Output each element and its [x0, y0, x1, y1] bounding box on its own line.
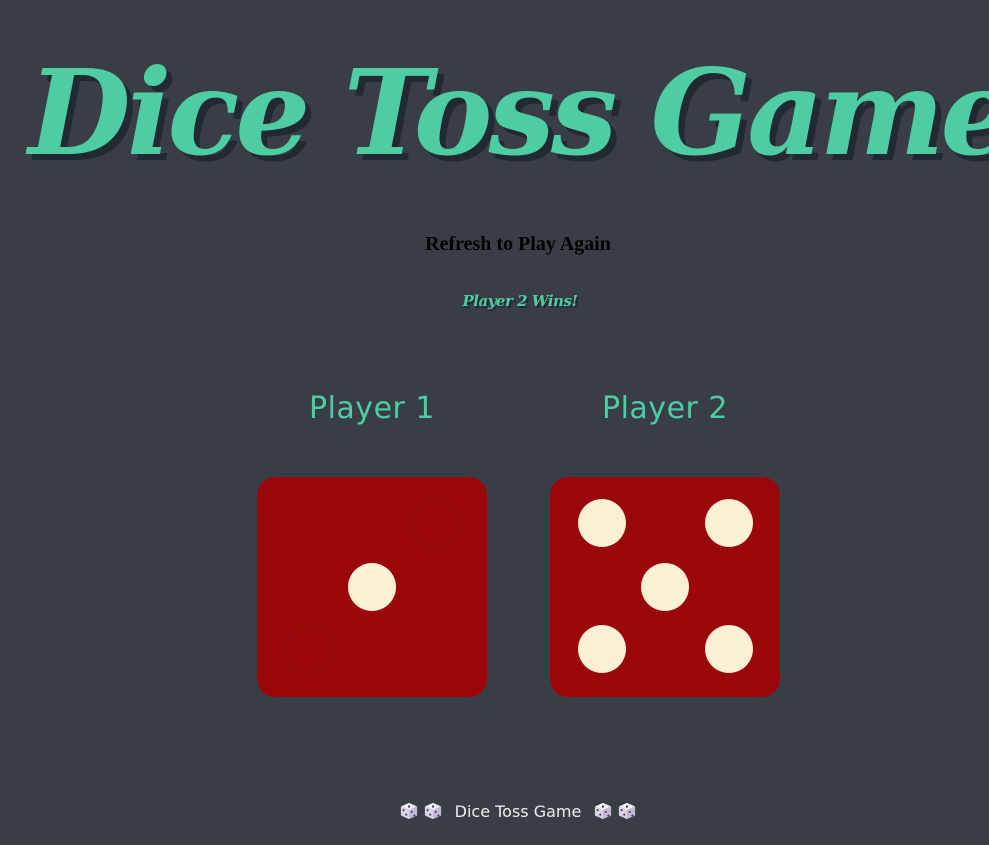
- die-pip: [348, 563, 396, 611]
- footer: Dice Toss Game: [0, 800, 989, 824]
- die-pip-ghost: [412, 499, 460, 547]
- refresh-instruction: Refresh to Play Again: [425, 233, 611, 255]
- winner-message: Player 2 Wins!: [462, 292, 578, 310]
- game-die-icon: [619, 802, 636, 820]
- die-pip: [705, 499, 753, 547]
- die-pip: [578, 625, 626, 673]
- die-pip: [705, 625, 753, 673]
- page-title: Dice Toss Game: [28, 43, 989, 182]
- die-pip: [641, 563, 689, 611]
- game-die-icon: [400, 802, 417, 820]
- footer-text: Dice Toss Game: [454, 802, 582, 821]
- player-2-die: [550, 477, 780, 697]
- die-pip-ghost: [286, 625, 334, 673]
- player-1-label: Player 1: [309, 391, 435, 426]
- die-pip: [578, 499, 626, 547]
- player-1-die: [257, 477, 487, 697]
- game-die-icon: [595, 802, 612, 820]
- game-die-icon: [424, 802, 441, 820]
- player-2-label: Player 2: [602, 391, 728, 426]
